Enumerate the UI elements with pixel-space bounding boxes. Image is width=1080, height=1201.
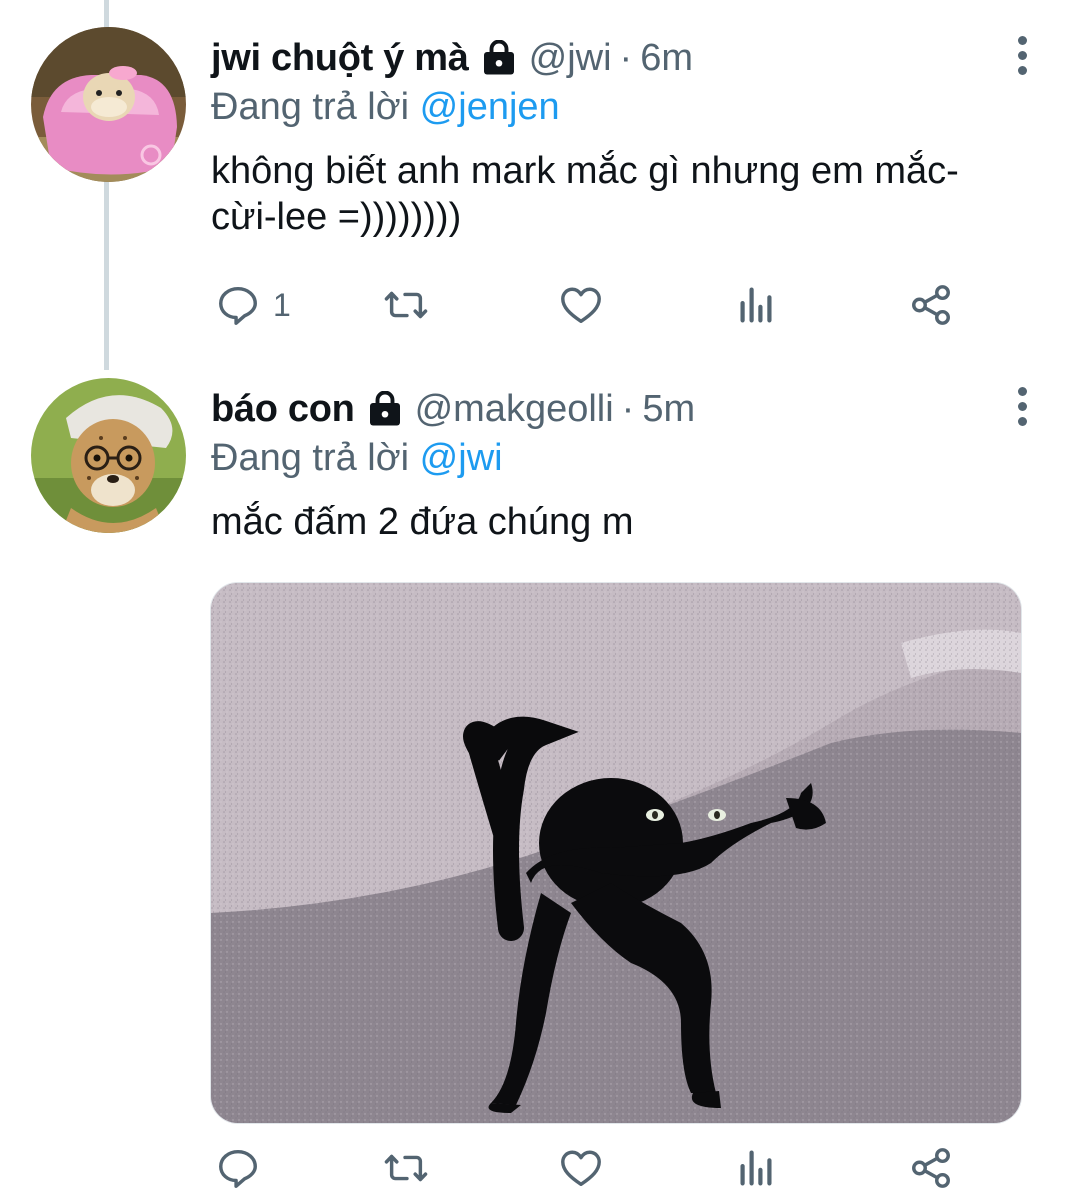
action-bar: 1: [211, 280, 980, 330]
avatar-image: [31, 378, 186, 533]
like-button[interactable]: [558, 1143, 604, 1193]
heart-icon: [561, 1150, 601, 1187]
reply-button[interactable]: [215, 1143, 261, 1193]
like-button[interactable]: [558, 280, 604, 330]
tweet-media-image[interactable]: [210, 582, 1022, 1124]
replying-to: Đang trả lời @jenjen: [211, 86, 1020, 134]
analytics-button[interactable]: [733, 1143, 779, 1193]
tweet-text: mắc đấm 2 đứa chúng m: [211, 499, 1020, 545]
share-button[interactable]: [908, 1143, 954, 1193]
tweet-text-line: không biết anh mark mắc gì nhưng em mắc-: [211, 150, 959, 192]
more-options-button[interactable]: [1014, 36, 1030, 76]
reply-icon: [219, 286, 257, 325]
display-name[interactable]: báo con: [211, 388, 355, 431]
timestamp[interactable]: 5m: [642, 388, 695, 431]
separator-dot: ·: [619, 36, 633, 79]
tweet-text-line: mắc đấm 2 đứa chúng m: [211, 501, 634, 543]
avatar[interactable]: [31, 27, 186, 182]
tweet-text: không biết anh mark mắc gì nhưng em mắc-…: [211, 148, 1020, 240]
share-button[interactable]: [908, 280, 954, 330]
analytics-icon: [740, 287, 772, 323]
lock-icon: [367, 390, 403, 427]
action-bar: [211, 1143, 980, 1193]
timestamp[interactable]: 6m: [640, 37, 693, 80]
analytics-icon: [740, 1150, 772, 1186]
heart-icon: [561, 287, 601, 324]
separator-dot: ·: [621, 387, 635, 430]
replying-prefix: Đang trả lời: [211, 437, 410, 479]
retweet-button[interactable]: [383, 280, 429, 330]
mention-link[interactable]: @jenjen: [420, 86, 560, 128]
handle[interactable]: @makgeolli: [415, 388, 614, 431]
reply-count: 1: [273, 286, 291, 323]
retweet-icon: [384, 291, 428, 319]
more-options-button[interactable]: [1014, 387, 1030, 427]
retweet-icon: [384, 1154, 428, 1182]
black-cat-photo: [211, 583, 1021, 1123]
handle[interactable]: @jwi: [529, 37, 612, 80]
avatar-image: [31, 27, 186, 182]
analytics-button[interactable]: [733, 280, 779, 330]
share-icon: [912, 1148, 950, 1188]
tweet-header: báo con @makgeolli · 5m: [211, 385, 1020, 433]
reply-icon: [219, 1149, 257, 1188]
avatar[interactable]: [31, 378, 186, 533]
mention-link[interactable]: @jwi: [420, 437, 503, 479]
tweet-header: jwi chuột ý mà @jwi · 6m: [211, 34, 1020, 82]
replying-to: Đang trả lời @jwi: [211, 437, 1020, 485]
display-name[interactable]: jwi chuột ý mà: [211, 37, 469, 80]
share-icon: [912, 285, 950, 325]
lock-icon: [481, 39, 517, 76]
retweet-button[interactable]: [383, 1143, 429, 1193]
reply-button[interactable]: 1: [215, 280, 291, 330]
tweet-text-line: cừi-lee =)))))))): [211, 196, 462, 238]
replying-prefix: Đang trả lời: [211, 86, 410, 128]
